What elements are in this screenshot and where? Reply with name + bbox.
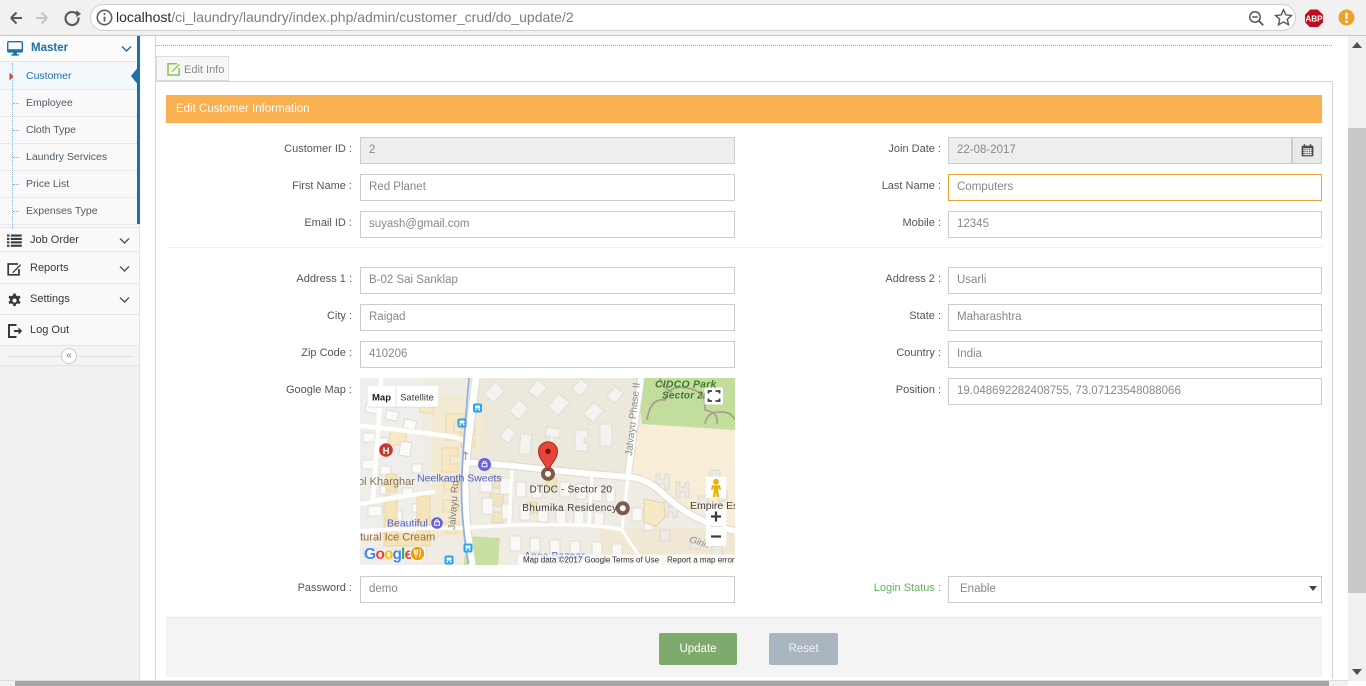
svg-text:Beautiful: Beautiful [387, 518, 428, 530]
svg-text:Map data ©2017 Google: Map data ©2017 Google [523, 556, 611, 565]
svg-text:DTDC - Sector 20: DTDC - Sector 20 [530, 485, 613, 496]
svg-text:Empire Es: Empire Es [690, 500, 735, 512]
svg-text:atural Ice Cream: atural Ice Cream [360, 532, 435, 544]
svg-text:Map: Map [372, 393, 391, 404]
svg-text:Neelkanth Sweets: Neelkanth Sweets [417, 473, 502, 485]
svg-text:G: G [364, 546, 376, 563]
svg-text:Report a map error: Report a map error [667, 556, 735, 565]
svg-text:Sector 20: Sector 20 [662, 391, 709, 402]
svg-text:Satellite: Satellite [400, 393, 434, 404]
svg-text:Bhumika Residency: Bhumika Residency [522, 503, 617, 514]
svg-text:H: H [383, 446, 390, 457]
svg-text:Terms of Use: Terms of Use [612, 556, 660, 565]
svg-text:ABP: ABP [1305, 14, 1323, 23]
svg-text:ol Kharghar: ol Kharghar [360, 476, 415, 488]
